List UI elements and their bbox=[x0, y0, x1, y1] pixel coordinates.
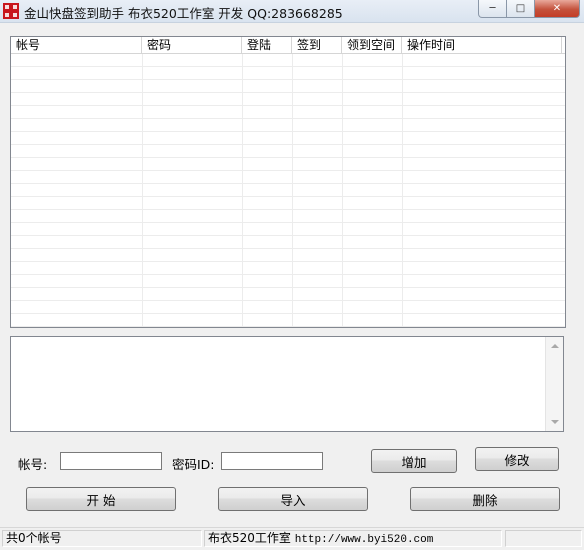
account-label: 帐号: bbox=[18, 457, 48, 472]
column-header-time[interactable]: 操作时间 bbox=[402, 37, 562, 53]
window-title: 金山快盘签到助手 布衣520工作室 开发 QQ:283668285 bbox=[24, 6, 343, 21]
column-header-password[interactable]: 密码 bbox=[142, 37, 242, 53]
status-bar: 共0个帐号 布衣520工作室 http://www.byi520.com bbox=[0, 527, 584, 550]
start-button[interactable]: 开 始 bbox=[26, 487, 176, 511]
column-header-space[interactable]: 领到空间 bbox=[342, 37, 402, 53]
list-body[interactable] bbox=[11, 54, 565, 327]
password-id-input[interactable] bbox=[221, 452, 323, 470]
column-divider bbox=[292, 54, 293, 327]
column-header-login[interactable]: 登陆 bbox=[242, 37, 292, 53]
studio-status: 布衣520工作室 http://www.byi520.com bbox=[204, 530, 502, 547]
account-list[interactable]: 帐号 密码 登陆 签到 领到空间 操作时间 bbox=[10, 36, 566, 328]
window-controls: ─ □ ✕ bbox=[478, 0, 580, 18]
list-header: 帐号 密码 登陆 签到 领到空间 操作时间 bbox=[11, 37, 565, 54]
column-divider bbox=[242, 54, 243, 327]
column-divider bbox=[142, 54, 143, 327]
delete-button[interactable]: 删除 bbox=[410, 487, 560, 511]
scroll-up-arrow-icon[interactable] bbox=[551, 344, 559, 348]
add-button[interactable]: 增加 bbox=[371, 449, 457, 473]
column-divider bbox=[402, 54, 403, 327]
scroll-down-arrow-icon[interactable] bbox=[551, 420, 559, 424]
close-button[interactable]: ✕ bbox=[535, 0, 580, 18]
minimize-button[interactable]: ─ bbox=[478, 0, 507, 18]
account-input[interactable] bbox=[60, 452, 162, 470]
maximize-button[interactable]: □ bbox=[507, 0, 535, 18]
column-header-signin[interactable]: 签到 bbox=[292, 37, 342, 53]
password-id-label: 密码ID: bbox=[172, 457, 215, 472]
column-divider bbox=[342, 54, 343, 327]
studio-name: 布衣520工作室 bbox=[208, 531, 291, 545]
modify-button[interactable]: 修改 bbox=[475, 447, 559, 471]
app-logo-icon bbox=[3, 3, 19, 19]
studio-url-link[interactable]: http://www.byi520.com bbox=[295, 534, 434, 546]
log-scrollbar[interactable] bbox=[545, 337, 563, 431]
import-button[interactable]: 导入 bbox=[218, 487, 368, 511]
column-header-account[interactable]: 帐号 bbox=[11, 37, 142, 53]
extra-status bbox=[505, 530, 582, 547]
account-count-status: 共0个帐号 bbox=[2, 530, 202, 547]
log-textarea[interactable] bbox=[10, 336, 564, 432]
title-bar: 金山快盘签到助手 布衣520工作室 开发 QQ:283668285 ─ □ ✕ bbox=[0, 0, 584, 23]
